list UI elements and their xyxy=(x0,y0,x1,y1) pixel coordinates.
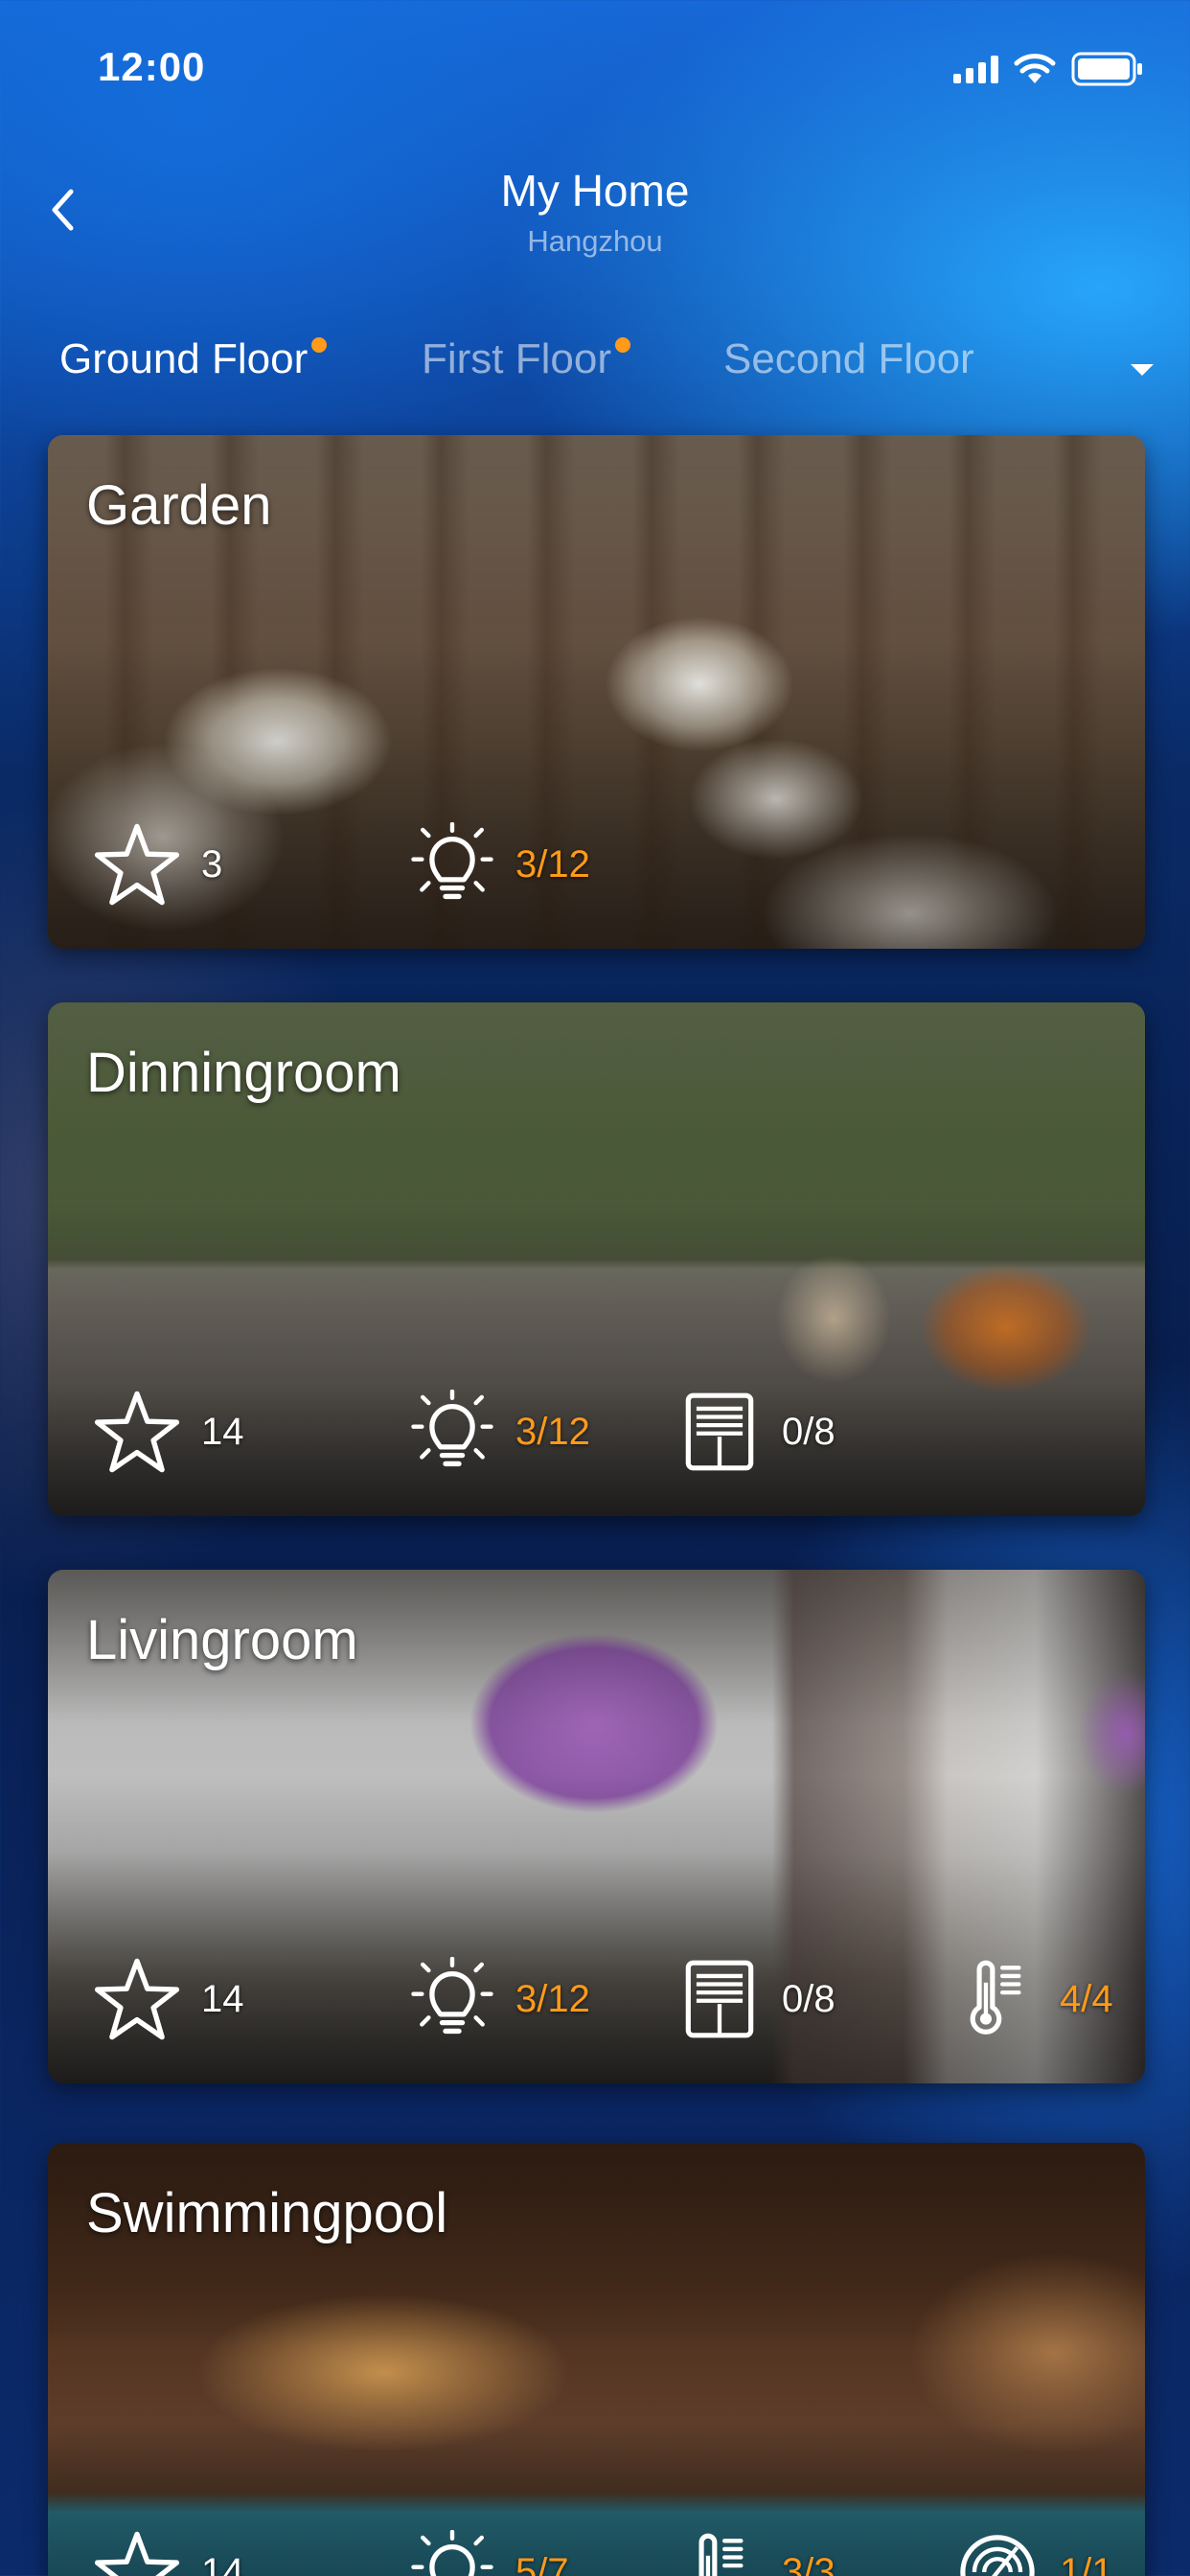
curtain-icon xyxy=(678,1391,761,1473)
light-bulb-icon xyxy=(410,1957,494,2041)
tab-label: Second Floor xyxy=(723,335,974,382)
page-subtitle: Hangzhou xyxy=(527,224,663,258)
sensor-stat[interactable]: 1/1 xyxy=(956,2526,1113,2576)
star-icon xyxy=(94,1389,180,1475)
room-stats: 3 3/12 xyxy=(94,818,1110,910)
favorites-stat[interactable]: 14 xyxy=(94,2526,244,2576)
lights-count: 5/7 xyxy=(515,2550,569,2576)
curtains-stat[interactable]: 0/8 xyxy=(678,1953,835,2045)
curtain-icon xyxy=(678,1958,761,2040)
status-icons xyxy=(953,50,1144,88)
status-time: 12:00 xyxy=(98,44,206,89)
temperature-count: 4/4 xyxy=(1060,1977,1113,2020)
temperature-stat[interactable]: 3/3 xyxy=(678,2526,835,2576)
tab-ground-floor[interactable]: Ground Floor xyxy=(59,335,328,383)
curtains-stat[interactable]: 0/8 xyxy=(678,1386,835,1478)
room-stats: 14 3/12 0/8 xyxy=(94,1386,1110,1478)
light-bulb-icon xyxy=(410,1390,494,1474)
tab-first-floor[interactable]: First Floor xyxy=(422,335,630,383)
light-bulb-icon xyxy=(410,822,494,907)
floor-tabs: Ground Floor First Floor Second Floor xyxy=(0,326,1190,402)
lights-count: 3/12 xyxy=(515,1977,590,2020)
room-name: Dinningroom xyxy=(86,1042,401,1104)
favorites-stat[interactable]: 3 xyxy=(94,818,222,910)
favorites-stat[interactable]: 14 xyxy=(94,1953,244,2045)
tab-label: Ground Floor xyxy=(59,335,309,382)
lights-stat[interactable]: 3/12 xyxy=(410,1953,590,2045)
curtains-count: 0/8 xyxy=(782,1410,835,1453)
favorites-count: 14 xyxy=(201,2550,244,2576)
tab-label: First Floor xyxy=(422,335,611,382)
favorites-count: 14 xyxy=(201,1977,244,2020)
room-card-garden[interactable]: Garden 3 3/12 xyxy=(48,435,1145,949)
star-icon xyxy=(94,821,180,908)
nav-bar: My Home Hangzhou xyxy=(0,144,1190,268)
favorites-count: 14 xyxy=(201,1410,244,1453)
room-name: Swimmingpool xyxy=(86,2182,448,2244)
room-stats: 14 3/12 0/8 4/4 xyxy=(94,1953,1113,2045)
temperature-stat[interactable]: 4/4 xyxy=(956,1953,1113,2045)
curtains-count: 0/8 xyxy=(782,1977,835,2020)
lights-count: 3/12 xyxy=(515,842,590,886)
wifi-icon xyxy=(1014,53,1056,85)
caret-down-icon xyxy=(1131,364,1154,376)
star-icon xyxy=(94,1956,180,2042)
favorites-count: 3 xyxy=(201,842,223,886)
room-name: Garden xyxy=(86,474,272,537)
page-title: My Home xyxy=(500,166,690,216)
notification-dot xyxy=(311,337,328,353)
sensor-icon xyxy=(956,2531,1039,2576)
room-stats: 14 5/7 3/3 1/1 xyxy=(94,2526,1113,2576)
lights-stat[interactable]: 5/7 xyxy=(410,2526,569,2576)
status-bar: 12:00 xyxy=(0,0,1190,134)
room-card-swimmingpool[interactable]: Swimmingpool 14 5/7 3/3 1/1 xyxy=(48,2143,1145,2576)
light-bulb-icon xyxy=(410,2530,494,2576)
notification-dot xyxy=(615,337,630,353)
lights-stat[interactable]: 3/12 xyxy=(410,1386,590,1478)
star-icon xyxy=(94,2529,180,2576)
thermometer-icon xyxy=(956,1958,1039,2040)
cellular-signal-icon xyxy=(953,55,998,83)
favorites-stat[interactable]: 14 xyxy=(94,1386,244,1478)
lights-count: 3/12 xyxy=(515,1410,590,1453)
room-card-dinningroom[interactable]: Dinningroom 14 3/12 0/8 xyxy=(48,1002,1145,1516)
lights-stat[interactable]: 3/12 xyxy=(410,818,590,910)
thermometer-icon xyxy=(678,2531,761,2576)
temperature-count: 3/3 xyxy=(782,2550,835,2576)
floor-dropdown-button[interactable] xyxy=(1123,351,1161,389)
tab-second-floor[interactable]: Second Floor xyxy=(723,335,974,383)
battery-icon xyxy=(1071,52,1144,86)
room-name: Livingroom xyxy=(86,1609,358,1671)
sensor-count: 1/1 xyxy=(1060,2550,1113,2576)
room-card-livingroom[interactable]: Livingroom 14 3/12 0/8 4/4 xyxy=(48,1570,1145,2083)
